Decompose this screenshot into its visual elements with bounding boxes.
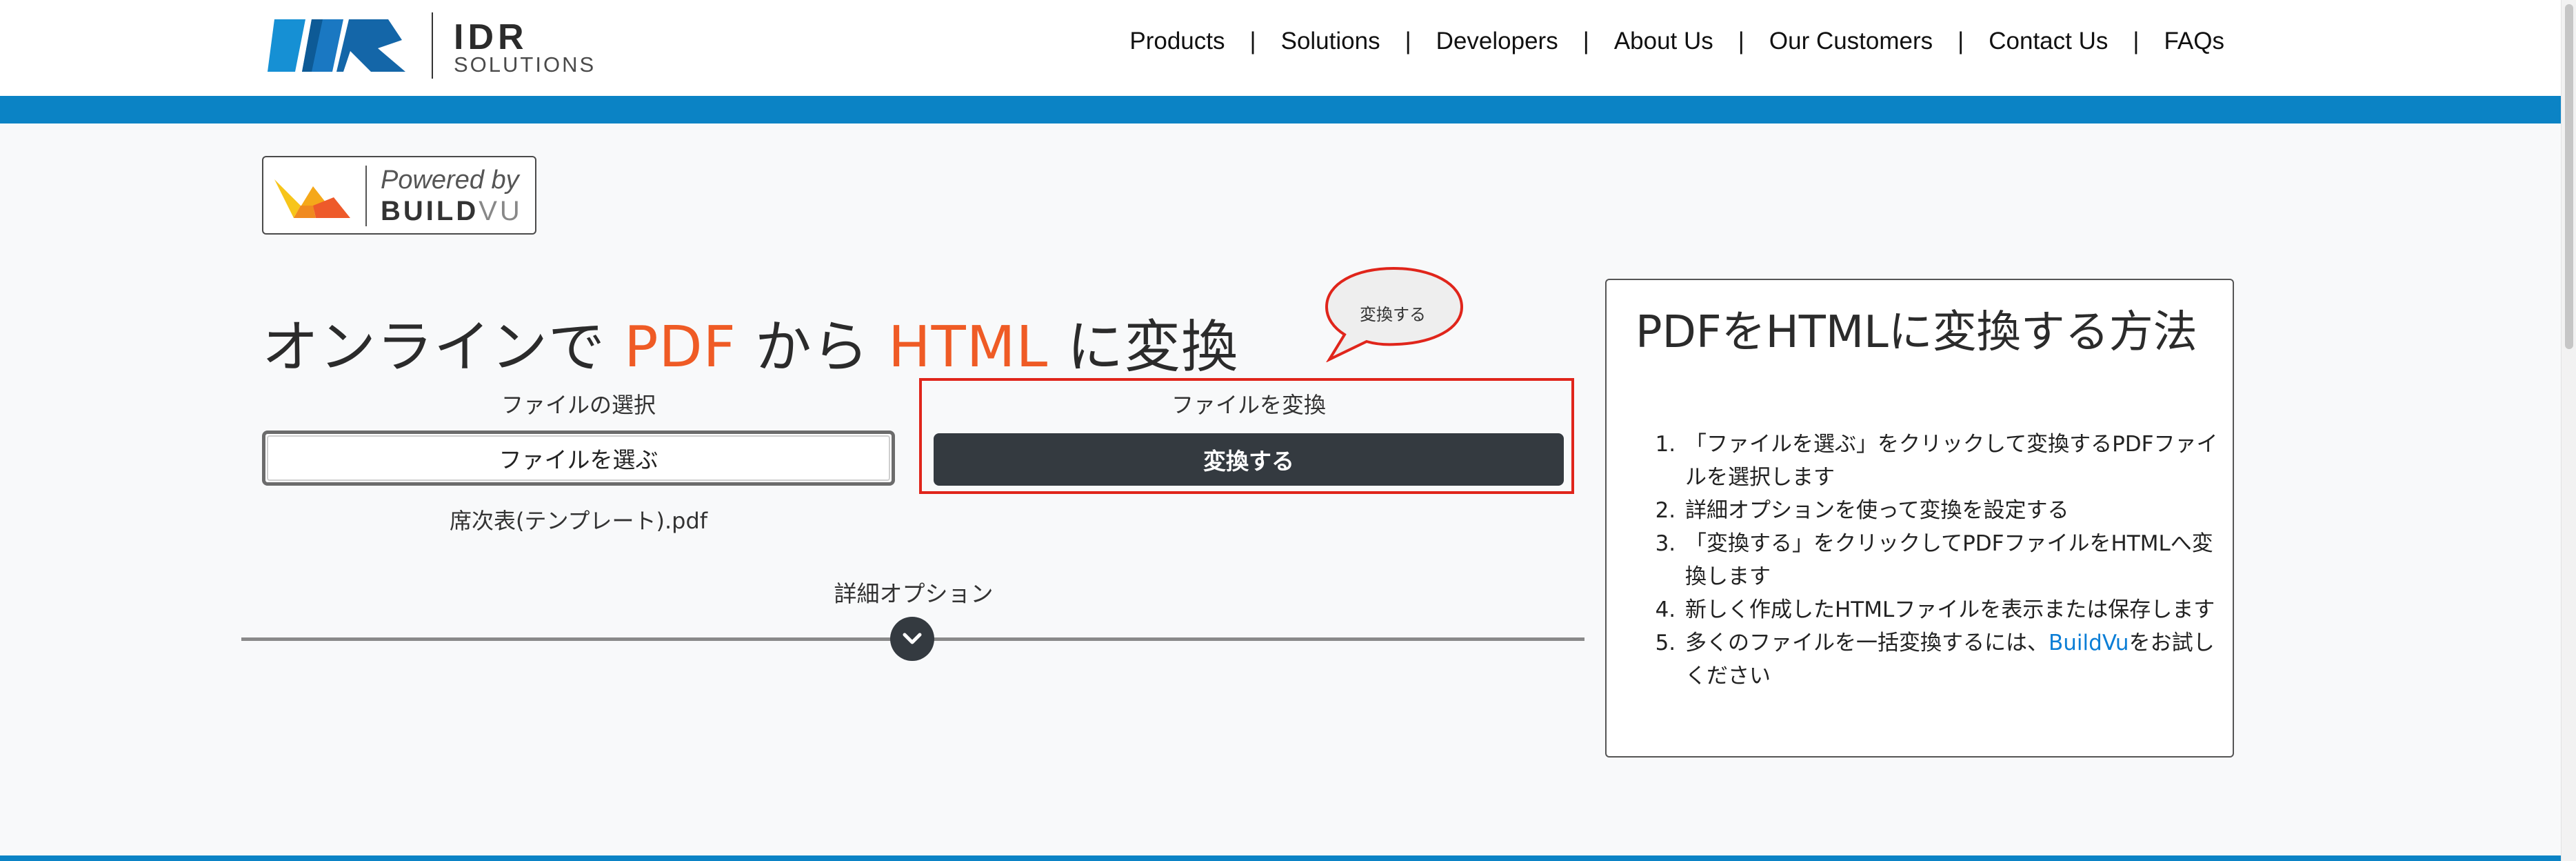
tooltip-bubble-text: 変換する — [1360, 305, 1426, 324]
howto-steps: 「ファイルを選ぶ」をクリックして変換するPDFファイルを選択します 詳細オプショ… — [1653, 428, 2234, 693]
nav-separator: | — [1249, 28, 1256, 55]
howto-title: PDFをHTMLに変換する方法 — [1636, 307, 2197, 358]
site-header: IDR SOLUTIONS Products | Solutions | Dev… — [0, 0, 2576, 96]
title-part-3: に変換 — [1048, 315, 1239, 380]
powered-by-buildvu-badge[interactable]: Powered by BUILDVU — [262, 156, 536, 235]
title-part-1: オンラインで — [262, 315, 625, 380]
nav-developers[interactable]: Developers — [1411, 28, 1583, 55]
page-title: オンラインで PDF から HTML に変換 — [262, 301, 1238, 383]
buildvu-wordmark-bold: BUILD — [381, 196, 479, 226]
logo-divider — [432, 12, 433, 79]
howto-step: 多くのファイルを一括変換するには、BuildVuをお試しください — [1682, 626, 2234, 693]
file-select-label: ファイルの選択 — [501, 392, 656, 418]
page-scrollbar[interactable] — [2561, 0, 2576, 861]
howto-step5-text: 多くのファイルを一括変換するには、 — [1685, 631, 2049, 655]
expand-options-button[interactable] — [890, 617, 934, 661]
choose-file-button[interactable]: ファイルを選ぶ — [262, 430, 895, 486]
buildvu-link[interactable]: BuildVu — [2049, 631, 2129, 655]
logo-wordmark: IDR — [454, 17, 528, 57]
title-html: HTML — [887, 315, 1049, 380]
howto-step: 「変換する」をクリックしてPDFファイルをHTMLへ変換します — [1682, 527, 2234, 593]
chevron-down-icon — [903, 633, 922, 644]
logo-subtitle: SOLUTIONS — [454, 52, 596, 77]
idr-logo-mark-icon — [268, 19, 405, 72]
nav-separator: | — [1738, 28, 1744, 55]
nav-products[interactable]: Products — [1105, 28, 1249, 55]
howto-step: 「ファイルを選ぶ」をクリックして変換するPDFファイルを選択します — [1682, 428, 2234, 494]
nav-about-us[interactable]: About Us — [1589, 28, 1738, 55]
idr-logo[interactable]: IDR SOLUTIONS — [268, 12, 605, 81]
badge-divider — [365, 166, 367, 226]
convert-button[interactable]: 変換する — [934, 433, 1564, 486]
nav-contact-us[interactable]: Contact Us — [1964, 28, 2133, 55]
buildvu-wordmark-light: VU — [479, 196, 523, 226]
main-nav: Products | Solutions | Developers | Abou… — [1105, 28, 2224, 55]
nav-separator: | — [1405, 28, 1411, 55]
nav-solutions[interactable]: Solutions — [1256, 28, 1405, 55]
scrollbar-thumb[interactable] — [2565, 4, 2573, 349]
nav-separator: | — [2133, 28, 2140, 55]
header-accent-band — [0, 96, 2561, 123]
convert-file-label: ファイルを変換 — [1171, 392, 1326, 418]
howto-panel: PDFをHTMLに変換する方法 「ファイルを選ぶ」をクリックして変換するPDFフ… — [1605, 279, 2234, 758]
selected-filename: 席次表(テンプレート).pdf — [449, 508, 708, 534]
footer-accent-line — [0, 855, 2561, 861]
powered-by-text: Powered by — [381, 166, 519, 195]
nav-separator: | — [1582, 28, 1589, 55]
nav-separator: | — [1958, 28, 1964, 55]
nav-our-customers[interactable]: Our Customers — [1744, 28, 1958, 55]
buildvu-logo-icon — [274, 179, 350, 218]
buildvu-wordmark: BUILDVU — [381, 196, 523, 227]
howto-step: 詳細オプションを使って変換を設定する — [1682, 494, 2234, 527]
howto-step: 新しく作成したHTMLファイルを表示または保存します — [1682, 593, 2234, 626]
title-part-2: から — [736, 315, 888, 380]
nav-faqs[interactable]: FAQs — [2139, 28, 2224, 55]
advanced-options-label: 詳細オプション — [834, 580, 994, 607]
title-pdf: PDF — [624, 315, 736, 380]
